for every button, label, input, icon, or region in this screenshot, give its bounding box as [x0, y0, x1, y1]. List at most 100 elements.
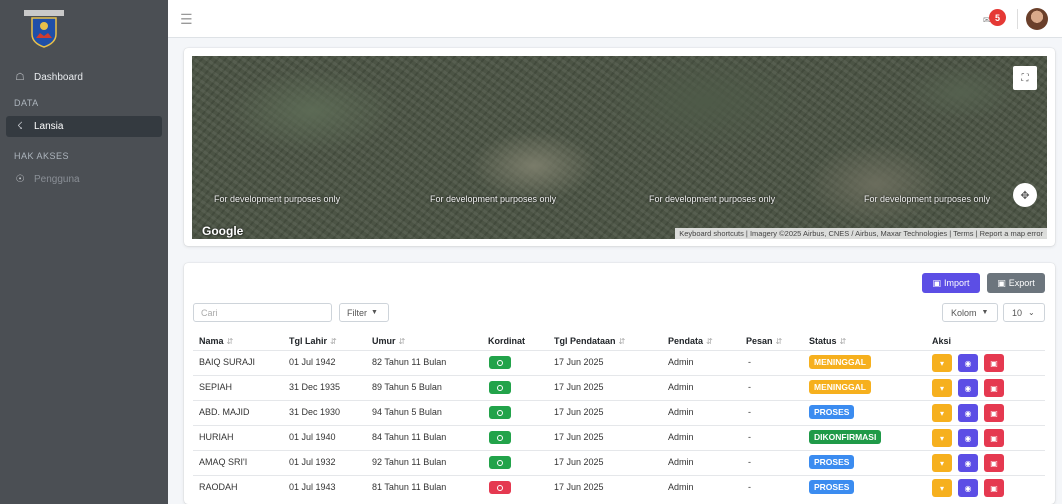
sidebar-item-pengguna[interactable]: ☉ Pengguna	[0, 168, 168, 190]
cell-pesan: -	[748, 357, 751, 367]
export-button[interactable]: ▣ Export	[987, 273, 1045, 293]
kordinat-toggle-icon[interactable]	[489, 356, 511, 369]
sort-icon: ⇵	[775, 337, 783, 346]
location-dot-icon	[497, 409, 503, 416]
status-badge: PROSES	[809, 405, 855, 419]
column-header-status[interactable]: Status ⇵	[809, 336, 846, 346]
export-label: Export	[1008, 278, 1035, 288]
map-attribution[interactable]: Keyboard shortcuts | Imagery ©2025 Airbu…	[675, 228, 1047, 239]
view-button[interactable]: ◉	[958, 404, 978, 422]
kordinat-toggle-icon[interactable]	[489, 381, 511, 394]
filter-dropdown[interactable]: Filter ▼	[339, 303, 389, 322]
cell-tgl-lahir: 31 Dec 1930	[289, 407, 341, 417]
cell-pesan: -	[748, 407, 751, 417]
navbar-divider	[1017, 9, 1018, 29]
sidebar-item-dashboard[interactable]: ☖ Dashboard	[0, 66, 168, 88]
satellite-map[interactable]: For development purposes only For develo…	[192, 56, 1047, 239]
notification-button[interactable]: ✉ 5	[983, 9, 1011, 29]
users-icon: ☇	[17, 121, 23, 132]
map-pin-button[interactable]: ▾	[932, 354, 952, 372]
import-label: Import	[944, 278, 970, 288]
sidebar-item-lansia[interactable]: ☇ Lansia	[6, 116, 162, 137]
cell-tgl-pendataan: 17 Jun 2025	[554, 457, 604, 467]
cell-tgl-lahir: 01 Jul 1940	[289, 432, 336, 442]
location-dot-icon	[497, 434, 503, 441]
cell-pesan: -	[748, 482, 751, 492]
cell-umur: 81 Tahun 11 Bulan	[372, 482, 447, 492]
map-watermark: For development purposes only	[430, 194, 557, 204]
map-pin-icon: ▾	[939, 383, 944, 393]
cell-tgl-pendataan: 17 Jun 2025	[554, 357, 604, 367]
column-header-tgl-lahir[interactable]: Tgl Lahir ⇵	[289, 336, 337, 346]
cell-pendata: Admin	[668, 482, 694, 492]
column-header-nama[interactable]: Nama ⇵	[199, 336, 233, 346]
kolom-label: Kolom	[951, 307, 977, 318]
fullscreen-icon[interactable]: ⛶	[1013, 66, 1037, 90]
user-avatar[interactable]	[1026, 8, 1048, 30]
cell-pendata: Admin	[668, 457, 694, 467]
kordinat-toggle-icon[interactable]	[489, 431, 511, 444]
sort-icon: ⇵	[398, 337, 406, 346]
column-header-pendata[interactable]: Pendata ⇵	[668, 336, 713, 346]
cell-nama: AMAQ SRI'I	[199, 457, 248, 467]
sort-icon: ⇵	[706, 337, 713, 346]
cell-nama: BAIQ SURAJI	[199, 357, 256, 367]
delete-button[interactable]: ▣	[984, 379, 1004, 397]
brand-logo[interactable]	[24, 10, 64, 48]
cell-pesan: -	[748, 382, 751, 392]
cell-umur: 94 Tahun 5 Bulan	[372, 407, 442, 417]
map-pin-button[interactable]: ▾	[932, 454, 952, 472]
cell-nama: HURIAH	[199, 432, 234, 442]
top-navbar: ☰ ✉ 5	[168, 0, 1062, 38]
map-pin-button[interactable]: ▾	[932, 479, 952, 497]
trash-icon: ▣	[990, 458, 998, 468]
map-pin-button[interactable]: ▾	[932, 379, 952, 397]
cell-tgl-pendataan: 17 Jun 2025	[554, 432, 604, 442]
cell-pendata: Admin	[668, 407, 694, 417]
column-header-umur[interactable]: Umur ⇵	[372, 336, 405, 346]
delete-button[interactable]: ▣	[984, 479, 1004, 497]
cell-tgl-lahir: 01 Jul 1942	[289, 357, 336, 367]
cell-pesan: -	[748, 432, 751, 442]
map-pin-icon: ▾	[939, 358, 944, 368]
view-button[interactable]: ◉	[958, 479, 978, 497]
status-badge: DIKONFIRMASI	[809, 430, 882, 444]
hamburger-menu-icon[interactable]: ☰	[180, 11, 193, 28]
search-input[interactable]	[193, 303, 332, 322]
location-dot-icon	[497, 359, 503, 366]
column-header-tgl-pendataan[interactable]: Tgl Pendataan ⇵	[554, 336, 625, 346]
sidebar-section-hak-akses: HAK AKSES	[14, 151, 70, 161]
column-toggle-dropdown[interactable]: Kolom ▼	[942, 303, 998, 322]
kordinat-toggle-icon[interactable]	[489, 406, 511, 419]
view-button[interactable]: ◉	[958, 429, 978, 447]
kordinat-toggle-icon[interactable]	[489, 481, 511, 494]
map-pin-icon: ▾	[939, 433, 944, 443]
delete-button[interactable]: ▣	[984, 454, 1004, 472]
eye-icon: ◉	[964, 358, 972, 368]
column-header-pesan[interactable]: Pesan ⇵	[746, 336, 782, 346]
view-button[interactable]: ◉	[958, 354, 978, 372]
sidebar-section-data: DATA	[14, 98, 39, 108]
map-card: For development purposes only For develo…	[184, 48, 1055, 246]
view-button[interactable]: ◉	[958, 379, 978, 397]
delete-button[interactable]: ▣	[984, 404, 1004, 422]
eye-icon: ◉	[964, 408, 972, 418]
eye-icon: ◉	[964, 458, 972, 468]
delete-button[interactable]: ▣	[984, 354, 1004, 372]
map-pin-button[interactable]: ▾	[932, 404, 952, 422]
view-button[interactable]: ◉	[958, 454, 978, 472]
eye-icon: ◉	[964, 433, 972, 443]
trash-icon: ▣	[990, 358, 998, 368]
delete-button[interactable]: ▣	[984, 429, 1004, 447]
trash-icon: ▣	[990, 433, 998, 443]
kordinat-toggle-icon[interactable]	[489, 456, 511, 469]
google-logo: Google	[202, 224, 244, 238]
page-size-select[interactable]: 10 ⌄	[1003, 303, 1045, 322]
cell-nama: RAODAH	[199, 482, 238, 492]
sidebar-item-label: Lansia	[34, 121, 64, 132]
location-dot-icon	[497, 459, 503, 466]
import-button[interactable]: ▣ Import	[922, 273, 980, 293]
pan-control-icon[interactable]: ✥	[1013, 183, 1037, 207]
export-icon: ▣	[997, 277, 1006, 288]
map-pin-button[interactable]: ▾	[932, 429, 952, 447]
